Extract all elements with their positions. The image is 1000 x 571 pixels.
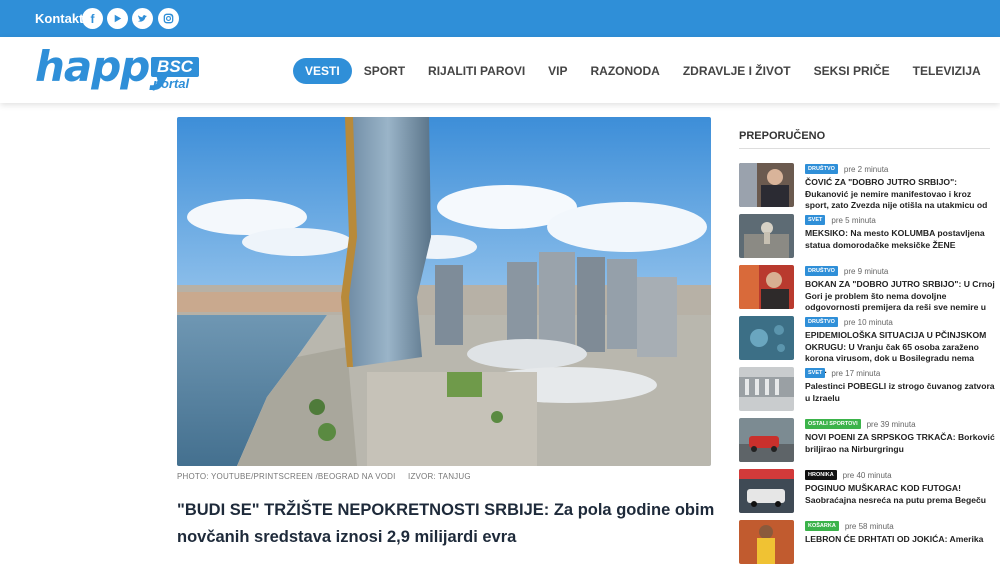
instagram-icon[interactable] — [158, 8, 179, 29]
thumbnail[interactable] — [739, 469, 794, 513]
recommended-list: DRUŠTVO pre 2 minuta ČOVIĆ ZA "DOBRO JUTR… — [739, 163, 995, 571]
item-title[interactable]: NOVI POENI ZA SRPSKOG TRKAČA: Borković b… — [805, 432, 995, 455]
timestamp: pre 58 minuta — [844, 521, 894, 531]
item-title[interactable]: Palestinci POBEGLI iz strogo čuvanog zat… — [805, 381, 995, 404]
nav-item-seksi-price[interactable]: SEKSI PRIČE — [814, 64, 890, 78]
category-badge[interactable]: DRUŠTVO — [805, 317, 838, 327]
thumbnail[interactable] — [739, 418, 794, 462]
category-badge[interactable]: OSTALI SPORTOVI — [805, 419, 861, 429]
thumbnail[interactable] — [739, 367, 794, 411]
category-badge[interactable]: DRUŠTVO — [805, 266, 838, 276]
list-item[interactable]: DRUŠTVO pre 2 minuta ČOVIĆ ZA "DOBRO JUTR… — [739, 163, 994, 222]
list-item[interactable]: OSTALI SPORTOVI pre 39 minuta NOVI POENI … — [739, 418, 995, 469]
item-title[interactable]: MEKSIKO: Na mesto KOLUMBA postavljena st… — [805, 228, 995, 251]
twitter-icon[interactable] — [132, 8, 153, 29]
thumbnail[interactable] — [739, 520, 794, 564]
timestamp: pre 10 minuta — [843, 317, 893, 327]
list-item[interactable]: KOŠARKA pre 58 minuta LEBRON ĆE DRHTATI O… — [739, 520, 994, 571]
top-bar: Kontakt f — [0, 0, 1000, 37]
sidebar-divider — [739, 148, 990, 149]
list-item[interactable]: SVET pre 5 minuta MEKSIKO: Na mesto KOLUM… — [739, 214, 994, 265]
timestamp: pre 5 minuta — [831, 215, 876, 225]
category-badge[interactable]: SVET — [805, 215, 826, 225]
category-badge[interactable]: HRONIKA — [805, 470, 837, 480]
kontakt-link[interactable]: Kontakt — [35, 11, 83, 26]
nav-item-zdravlje-i-zivot[interactable]: ZDRAVLJE I ŽIVOT — [683, 64, 791, 78]
facebook-icon[interactable]: f — [82, 8, 103, 29]
main-nav: VESTI SPORT RIJALITI PAROVI VIP RAZONODA… — [293, 58, 1000, 84]
logo-badge: BSC — [151, 57, 199, 77]
category-badge[interactable]: DRUŠTVO — [805, 164, 838, 174]
nav-item-vesti[interactable]: VESTI — [293, 58, 352, 84]
sidebar-title: PREPORUČENO — [739, 130, 826, 142]
timestamp: pre 9 minuta — [843, 266, 889, 276]
timestamp: pre 17 minuta — [831, 368, 881, 378]
logo-subtitle: portal — [153, 76, 190, 91]
article-headline[interactable]: "BUDI SE" TRŽIŠTE NEPOKRETNOSTI SRBIJE: … — [177, 497, 717, 551]
thumbnail[interactable] — [739, 163, 794, 207]
category-badge[interactable]: SVET — [805, 368, 826, 378]
item-title[interactable]: LEBRON ĆE DRHTATI OD JOKIĆA: Amerika — [805, 534, 995, 546]
nav-item-vip[interactable]: VIP — [548, 64, 567, 78]
article-hero-image[interactable] — [177, 117, 711, 466]
nav-item-rijaliti-parovi[interactable]: RIJALITI PAROVI — [428, 64, 525, 78]
thumbnail[interactable] — [739, 214, 794, 258]
site-header: happy BSC portal VESTI SPORT RIJALITI PA… — [0, 37, 1000, 103]
photo-caption: PHOTO: YOUTUBE/PRINTSCREEN /BEOGRAD NA V… — [177, 472, 481, 481]
list-item[interactable]: HRONIKA pre 40 minuta POGINUO MUŠKARAC KO… — [739, 469, 994, 520]
site-logo[interactable]: happy BSC portal — [35, 43, 205, 95]
photo-source: IZVOR: TANJUG — [408, 472, 471, 481]
timestamp: pre 40 minuta — [842, 470, 892, 480]
photo-credit: PHOTO: YOUTUBE/PRINTSCREEN /BEOGRAD NA V… — [177, 472, 396, 481]
thumbnail[interactable] — [739, 265, 794, 309]
nav-item-sport[interactable]: SPORT — [364, 64, 405, 78]
list-item[interactable]: DRUŠTVO pre 10 minuta EPIDEMIOLOŠKA SITUA… — [739, 316, 994, 375]
timestamp: pre 2 minuta — [843, 164, 889, 174]
timestamp: pre 39 minuta — [866, 419, 916, 429]
category-badge[interactable]: KOŠARKA — [805, 521, 839, 531]
nav-item-razonoda[interactable]: RAZONODA — [591, 64, 660, 78]
list-item[interactable]: SVET pre 17 minuta Palestinci POBEGLI iz … — [739, 367, 995, 418]
youtube-icon[interactable] — [107, 8, 128, 29]
nav-item-televizija[interactable]: TELEVIZIJA — [913, 64, 981, 78]
list-item[interactable]: DRUŠTVO pre 9 minuta BOKAN ZA "DOBRO JUTR… — [739, 265, 995, 324]
thumbnail[interactable] — [739, 316, 794, 360]
item-title[interactable]: POGINUO MUŠKARAC KOD FUTOGA! Saobraćajna… — [805, 483, 995, 506]
